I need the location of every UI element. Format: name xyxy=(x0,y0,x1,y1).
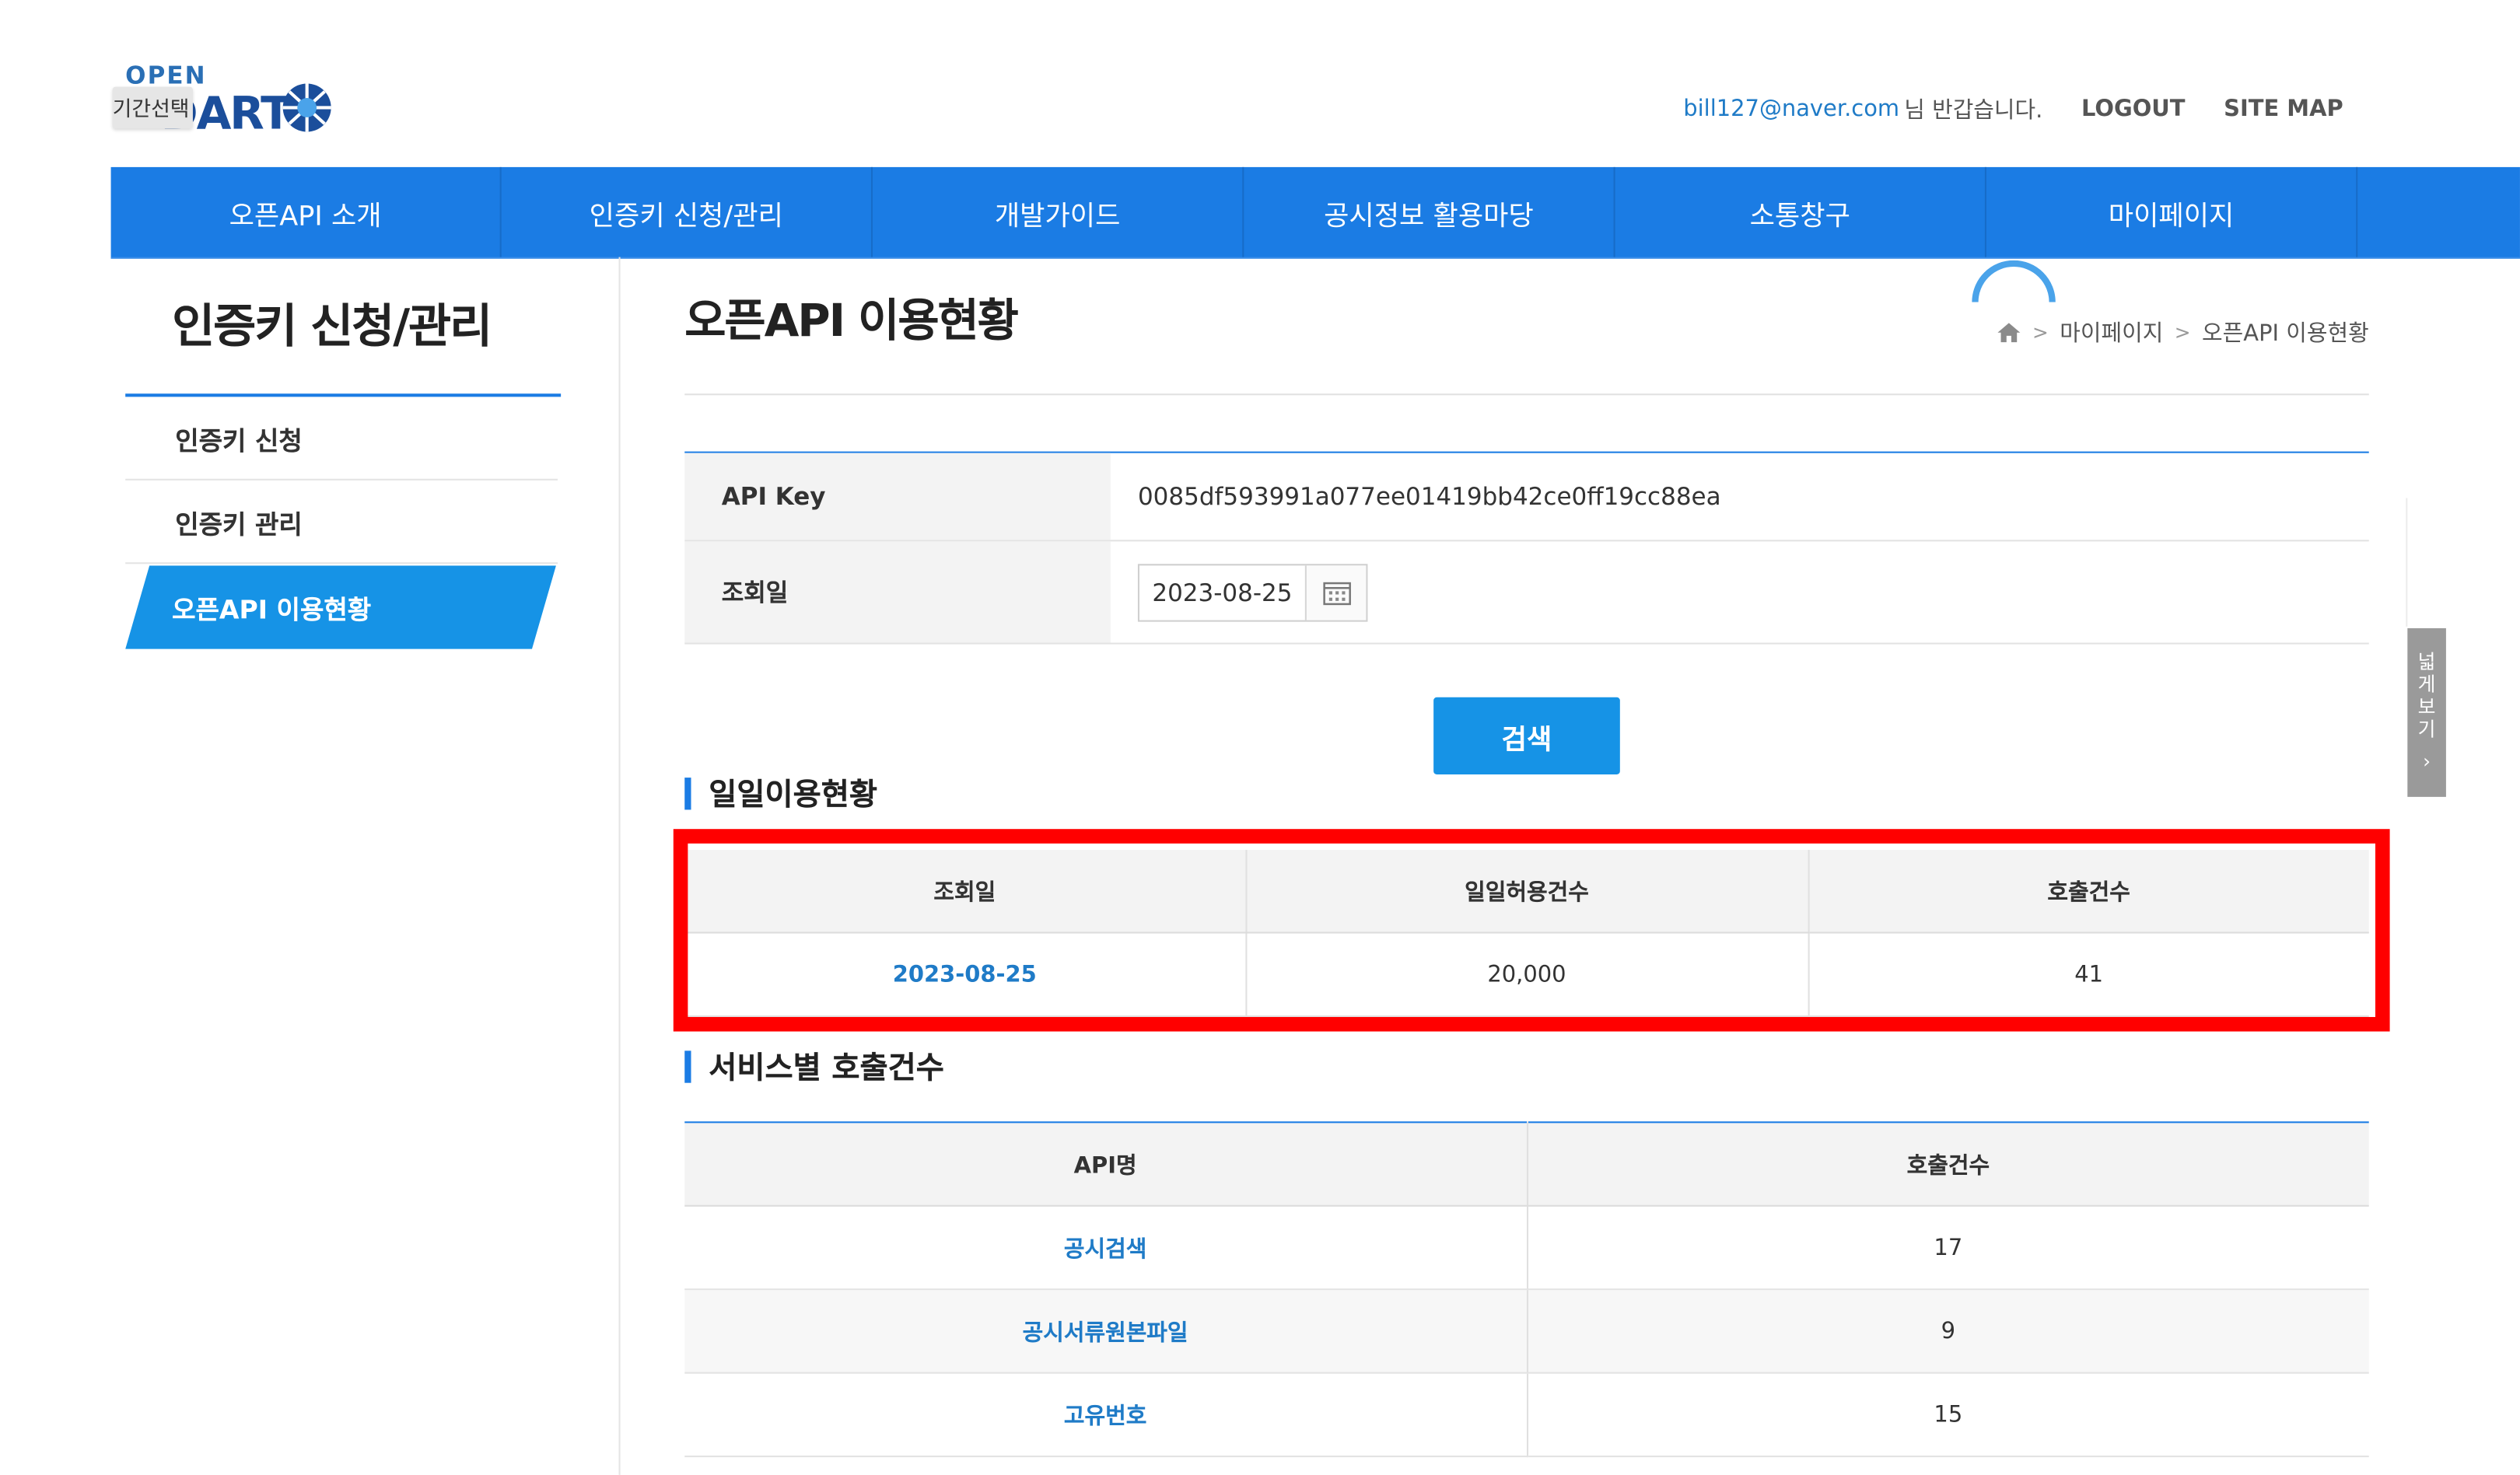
wide-view-toggle[interactable]: 넓 게 보 기 › xyxy=(2407,627,2446,797)
calendar-button[interactable] xyxy=(1304,564,1367,620)
api-name-link[interactable]: 공시검색 xyxy=(684,1205,1528,1291)
table-row: 고유번호 15 xyxy=(684,1372,2369,1458)
page: OPEN DART 기간선택 bill127@naver.com 님 반갑습니다… xyxy=(0,0,2520,1475)
wide-view-char: 게 xyxy=(2417,673,2436,696)
api-name-link[interactable]: 고유번호 xyxy=(684,1372,1528,1458)
wide-view-char: 기 xyxy=(2417,718,2436,741)
period-select-tooltip: 기간선택 xyxy=(112,86,193,129)
heading-bar xyxy=(684,777,691,809)
daily-usage-heading: 일일이용현황 xyxy=(684,771,877,815)
api-call-count: 17 xyxy=(1526,1205,2369,1291)
globe-icon xyxy=(282,83,331,132)
nav-item-disclosure-use[interactable]: 공시정보 활용마당 xyxy=(1244,166,1615,257)
date-input[interactable]: 2023-08-25 xyxy=(1139,578,1305,606)
column-header: 호출건수 xyxy=(1526,1122,2369,1207)
api-call-count: 9 xyxy=(1526,1289,2369,1374)
nav-item-communication[interactable]: 소통창구 xyxy=(1615,166,1986,257)
user-email: bill127@naver.com xyxy=(1683,96,1900,123)
calendar-icon xyxy=(1322,581,1350,605)
breadcrumb-separator: > xyxy=(2174,321,2191,344)
highlight-box xyxy=(673,829,2390,1032)
breadcrumb-separator: > xyxy=(2032,321,2049,344)
title-divider xyxy=(684,393,2369,396)
daily-usage-title: 일일이용현황 xyxy=(709,778,877,813)
nav-item-dev-guide[interactable]: 개발가이드 xyxy=(873,166,1244,257)
top-utility: bill127@naver.com 님 반갑습니다. LOGOUT SITE M… xyxy=(1683,93,2343,125)
table-header-row: API명 호출건수 xyxy=(684,1122,2369,1207)
form-row-api-key: API Key 0085df593991a077ee01419bb42ce0ff… xyxy=(684,453,2369,542)
query-form: API Key 0085df593991a077ee01419bb42ce0ff… xyxy=(684,451,2369,645)
decorative-arc xyxy=(1972,260,2056,302)
greeting-text: 님 반갑습니다. xyxy=(1904,98,2043,124)
wide-view-char: 보 xyxy=(2417,695,2436,718)
heading-bar xyxy=(684,1050,691,1082)
logo-text-open: OPEN xyxy=(125,61,207,90)
api-name-link[interactable]: 공시서류원본파일 xyxy=(684,1289,1528,1374)
search-button[interactable]: 검색 xyxy=(1433,697,1620,774)
api-key-label: API Key xyxy=(684,453,1111,540)
logout-link[interactable]: LOGOUT xyxy=(2081,96,2186,122)
table-row: 공시서류원본파일 9 xyxy=(684,1289,2369,1374)
nav-item-key-manage[interactable]: 인증키 신청/관리 xyxy=(502,166,873,257)
service-calls-heading: 서비스별 호출건수 xyxy=(684,1044,944,1088)
date-cell: 2023-08-25 xyxy=(1111,541,2369,642)
api-call-count: 15 xyxy=(1526,1372,2369,1458)
column-header: API명 xyxy=(684,1122,1528,1207)
table-row: 공시검색 17 xyxy=(684,1205,2369,1291)
form-row-date: 조회일 2023-08-25 xyxy=(684,541,2369,645)
date-label: 조회일 xyxy=(684,541,1111,643)
breadcrumb: > 마이페이지 > 오픈API 이용현황 xyxy=(1995,316,2369,348)
main-nav: 오픈API 소개 인증키 신청/관리 개발가이드 공시정보 활용마당 소통창구 … xyxy=(110,166,2520,259)
sitemap-link[interactable]: SITE MAP xyxy=(2224,96,2343,122)
home-icon[interactable] xyxy=(1995,321,2021,344)
nav-item-mypage[interactable]: 마이페이지 xyxy=(1986,166,2358,257)
breadcrumb-item-current: 오픈API 이용현황 xyxy=(2202,321,2369,348)
page-title: 오픈API 이용현황 xyxy=(684,294,1019,348)
wide-view-guide-line xyxy=(2406,498,2408,627)
sidebar-title: 인증키 신청/관리 xyxy=(172,299,492,354)
service-calls-table: API명 호출건수 공시검색 17 공시서류원본파일 9 고유번호 15 xyxy=(684,1121,2369,1458)
breadcrumb-item-mypage[interactable]: 마이페이지 xyxy=(2060,316,2163,348)
sidebar-item-key-apply[interactable]: 인증키 신청 xyxy=(125,397,558,481)
wide-view-char: 넓 xyxy=(2417,650,2436,673)
chevron-right-icon: › xyxy=(2423,750,2431,773)
nav-item-openapi-intro[interactable]: 오픈API 소개 xyxy=(111,166,502,257)
sidebar-item-api-usage[interactable]: 오픈API 이용현황 xyxy=(125,565,558,648)
api-key-value: 0085df593991a077ee01419bb42ce0ff19cc88ea xyxy=(1137,481,1721,512)
sidebar-item-key-manage[interactable]: 인증키 관리 xyxy=(125,481,558,564)
date-picker: 2023-08-25 xyxy=(1137,563,1368,621)
sidebar-divider xyxy=(618,257,621,1475)
open-dart-logo[interactable]: OPEN DART 기간선택 xyxy=(112,61,346,142)
service-calls-title: 서비스별 호출건수 xyxy=(709,1050,944,1086)
